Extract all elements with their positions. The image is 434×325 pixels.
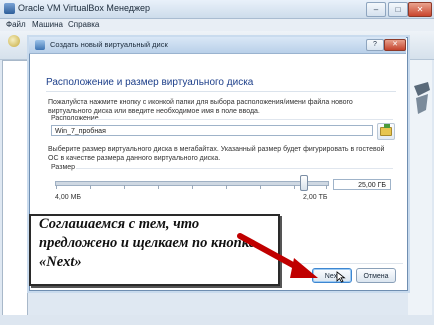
slider-min-label: 4,00 МБ xyxy=(55,194,81,201)
size-group-line xyxy=(76,168,393,169)
slider-tick xyxy=(226,185,227,189)
slider-tick xyxy=(124,185,125,189)
dialog-help-icon[interactable]: ? xyxy=(366,39,384,51)
location-description: Пожалуйста нажмите кнопку с иконкой папк… xyxy=(48,99,353,115)
minimize-icon[interactable]: – xyxy=(366,2,386,17)
slider-tick xyxy=(192,185,193,189)
cancel-button[interactable]: Отмена xyxy=(356,268,396,283)
size-group-label: Размер xyxy=(51,164,76,171)
folder-arrow-icon xyxy=(384,124,390,128)
maximize-icon[interactable]: □ xyxy=(388,2,408,17)
menubar xyxy=(0,19,434,31)
main-window-title: Oracle VM VirtualBox Менеджер xyxy=(18,3,151,13)
slider-tick xyxy=(326,185,327,189)
slider-tick xyxy=(260,185,261,189)
size-value-field[interactable]: 25,00 ГБ xyxy=(333,179,391,190)
dialog-close-icon[interactable]: ✕ xyxy=(384,39,406,51)
virtualbox-app-icon xyxy=(4,3,15,14)
menu-help[interactable]: Справка xyxy=(68,19,99,31)
size-slider-thumb[interactable] xyxy=(299,175,308,191)
annotation-text: Соглашаемся с тем, что предложено и щелк… xyxy=(39,216,256,270)
menu-machine[interactable]: Машина xyxy=(32,19,63,31)
create-vm-icon[interactable] xyxy=(8,35,20,47)
folder-icon xyxy=(380,127,392,136)
status-strip xyxy=(0,315,434,325)
heading-divider xyxy=(46,91,396,92)
size-description: Выберите размер виртуального диска в мег… xyxy=(48,146,385,162)
slider-tick xyxy=(90,185,91,189)
slider-max-label: 2,00 ТБ xyxy=(303,194,328,201)
location-group-line xyxy=(92,119,393,120)
mouse-cursor-icon xyxy=(336,271,346,283)
close-icon[interactable]: ✕ xyxy=(408,2,432,17)
dialog-disk-icon xyxy=(35,40,45,50)
slider-tick xyxy=(294,185,295,189)
mascot-icon xyxy=(414,82,430,114)
slider-tick xyxy=(56,185,57,189)
page-heading: Расположение и размер виртуального диска xyxy=(46,77,254,88)
slider-tick xyxy=(158,185,159,189)
dialog-title: Создать новый виртуальный диск xyxy=(50,40,168,49)
annotation-arrow-icon xyxy=(237,233,318,278)
menu-file[interactable]: Файл xyxy=(6,19,26,31)
vm-list-pane xyxy=(2,60,28,317)
location-input[interactable]: Win_7_пробная xyxy=(51,125,373,136)
